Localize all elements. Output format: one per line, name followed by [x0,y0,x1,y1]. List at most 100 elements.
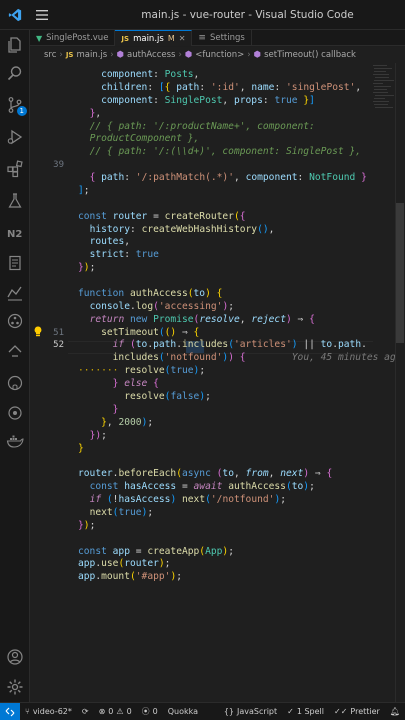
code-line[interactable]: resolve(false); [78,391,211,403]
code-token: } [355,172,367,184]
code-line[interactable]: app.mount('#app'); [78,571,182,583]
code-line[interactable]: ]; [78,185,90,197]
code-line[interactable]: }); [78,262,95,274]
code-line[interactable]: component: SinglePost, props: true }] [78,95,315,107]
n2-icon[interactable]: N2 [0,218,30,248]
search-icon[interactable] [0,58,30,88]
run-debug-icon[interactable] [0,122,30,152]
code-line[interactable]: router.beforeEach(async (to, from, next)… [78,468,332,480]
code-token: ; [199,365,206,377]
breadcrumb-item[interactable]: authAccess [127,50,175,60]
branch-status[interactable]: ⑂ video-62* [20,703,77,720]
prettier-status[interactable]: ✓✓ Prettier [329,703,385,720]
code-line[interactable]: children: [{ path: ':id', name: 'singleP… [78,82,361,94]
manage-gear-icon[interactable] [0,672,30,702]
spell-status[interactable]: ✓ 1 Spell [282,703,329,720]
close-tab-icon[interactable]: ✕ [179,34,186,43]
code-line[interactable]: next(true); [78,507,154,519]
vertical-scrollbar[interactable] [395,63,405,702]
code-token: ] [309,94,315,106]
language-mode[interactable]: {} JavaScript [219,703,282,720]
code-line[interactable]: console.log('accessing'); [78,301,234,313]
problems-status[interactable]: ⊗ 0 ⚠ 0 [94,703,137,720]
remote-indicator[interactable] [0,702,20,720]
code-line[interactable]: const router = createRouter({ [78,211,246,223]
sync-status[interactable]: ⟳ [77,703,94,720]
code-line[interactable]: // { path: '/:productName+', component: [78,121,315,133]
lightbulb-icon[interactable] [32,325,44,337]
code-token: true [274,94,298,106]
code-line[interactable]: if (to.path.includes('articles') || to.p… [78,339,367,351]
code-area[interactable]: component: Posts, children: [{ path: ':i… [78,63,402,702]
code-line[interactable]: }, [78,108,102,120]
breadcrumb-item[interactable]: <function> [195,50,244,60]
code-token: : [153,69,165,80]
minimap[interactable] [373,63,395,153]
breadcrumb-item[interactable]: setTimeout() callback [264,50,356,60]
code-token: resolve [124,365,165,377]
git-branch-icon: ⑂ [25,707,30,716]
code-line[interactable]: if (!hasAccess) next('/notfound'); [78,494,286,506]
code-line[interactable]: // { path: '/:(\\d+)', component: Single… [78,146,361,158]
ports-status[interactable]: ⦿ 0 [137,703,163,720]
breadcrumb-item[interactable]: src [44,50,56,60]
code-line[interactable]: component: Posts, [78,69,199,81]
code-token: createRouter [164,210,234,222]
code-line[interactable]: }); [78,520,95,532]
breadcrumb-item[interactable]: main.js [76,50,107,60]
code-token: . [361,339,367,351]
code-line[interactable]: ProductComponent }, [78,133,200,145]
code-line[interactable]: const app = createApp(App); [78,546,234,558]
code-line[interactable]: app.use(router); [78,558,170,570]
code-editor[interactable]: 39 51 52 component: Posts, children: [{ pa… [30,63,405,702]
git-graph-icon[interactable] [0,306,30,336]
code-line[interactable]: routes, [78,236,130,248]
error-count: 0 [108,707,114,716]
code-line[interactable]: strict: true [78,249,159,261]
explorer-icon[interactable] [0,30,30,60]
tab-singlepost-vue[interactable]: ▼ SinglePost.vue [30,30,116,46]
tab-main-js[interactable]: JS main.js M ✕ [115,30,193,46]
code-line[interactable]: } [78,443,84,455]
scrollbar-thumb[interactable] [396,203,404,343]
code-line[interactable]: } [78,404,119,416]
docker-icon[interactable] [0,426,30,456]
github-icon[interactable] [0,368,30,398]
code-line[interactable]: history: createWebHashHistory(), [78,224,275,236]
remote-explorer-icon[interactable] [0,336,30,366]
code-token: to [222,468,234,480]
code-line[interactable]: }); [78,430,107,442]
code-line[interactable]: ······· resolve(true); [78,365,205,377]
function-icon: ⬢ [184,50,193,60]
code-token: false [170,391,200,402]
account-icon[interactable] [0,642,30,672]
code-line[interactable]: includes('notfound')) { You, 45 minutes … [78,352,402,364]
code-token: beforeEach [118,468,177,480]
line-number: 52 [53,340,64,351]
code-line[interactable]: }, 2000); [78,417,153,429]
code-token: : [153,94,165,106]
code-line[interactable]: { path: '/:pathMatch(.*)', component: No… [78,172,367,184]
check-icon: ✓ [287,707,294,716]
timeline-icon[interactable] [0,278,30,308]
code-line[interactable]: const hasAccess = await authAccess(to); [78,481,315,493]
settings-sync-icon[interactable] [0,398,30,428]
code-line[interactable]: } else { [78,378,159,390]
testing-icon[interactable] [0,186,30,216]
tab-settings[interactable]: ≡ Settings [192,30,252,46]
code-token: reject [251,313,286,325]
code-line[interactable]: function authAccess(to) { [78,288,222,300]
code-line[interactable]: setTimeout(() ⇒ { [78,327,199,339]
notes-icon[interactable] [0,248,30,278]
source-control-icon[interactable]: 1 [0,90,30,120]
quokka-status[interactable]: Quokka [163,703,203,720]
code-token: ; [205,391,211,402]
code-token: , [233,468,246,480]
code-line[interactable]: return new Promise(resolve, reject) ⇒ { [78,314,315,326]
window-title: main.js - vue-router - Visual Studio Cod… [141,9,354,21]
notifications-status[interactable]: 🔔︎ [385,703,405,720]
extensions-icon[interactable] [0,154,30,184]
